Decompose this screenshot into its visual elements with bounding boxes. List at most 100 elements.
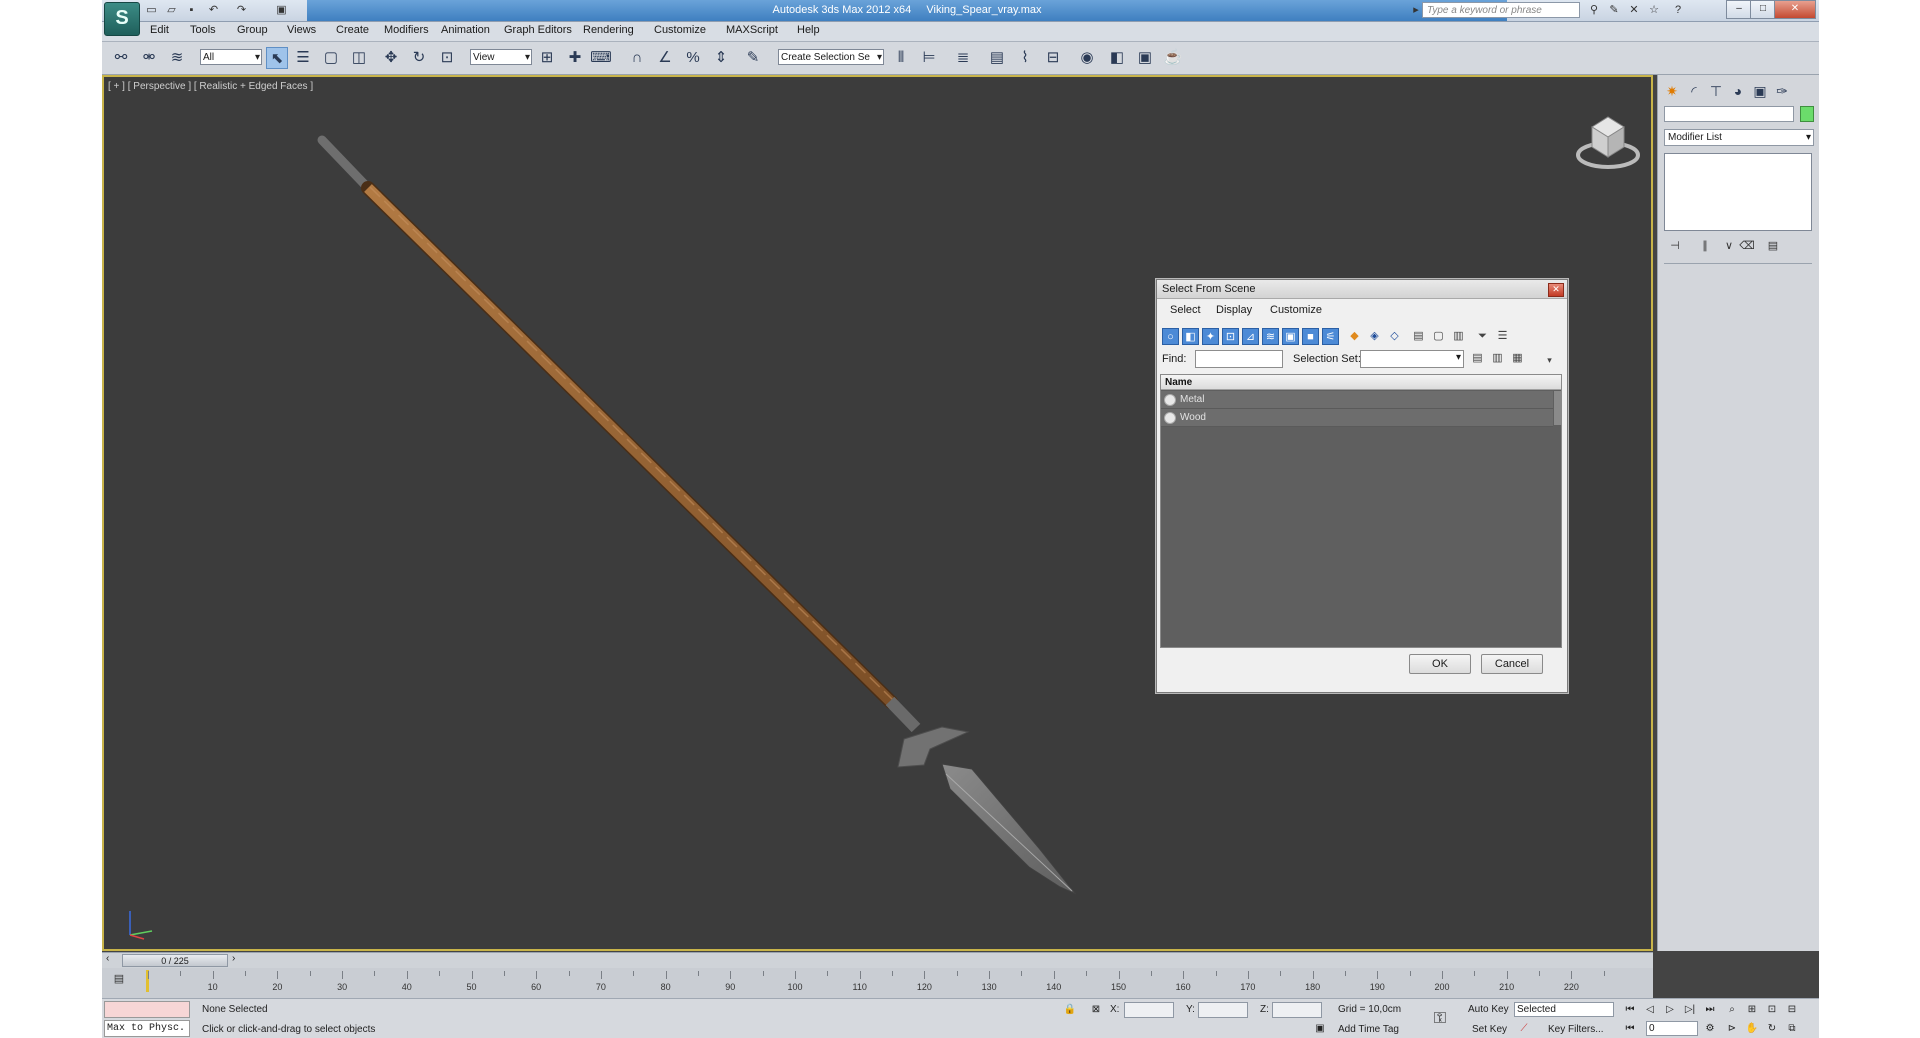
display-cameras-icon[interactable]: ⊡	[1222, 328, 1239, 345]
zoom-all-icon[interactable]: ⊞	[1744, 1002, 1760, 1017]
mirror-icon[interactable]: ⫴	[890, 47, 912, 69]
next-frame-button-icon[interactable]: ▷|	[1682, 1002, 1698, 1017]
absolute-mode-icon[interactable]: ⊠	[1088, 1002, 1104, 1017]
prev-frame-icon[interactable]: ‹	[106, 953, 109, 964]
display-helpers-icon[interactable]: ⊿	[1242, 328, 1259, 345]
pin-stack-icon[interactable]: ⊣	[1666, 239, 1684, 255]
track-bar[interactable]: ▤ 10 20 30 40 50 60 70 80 90 100 110 120 130 140 150 16…	[102, 968, 1653, 998]
percent-snap-icon[interactable]: %	[682, 47, 704, 69]
dialog-title[interactable]: Select From Scene	[1157, 280, 1567, 299]
modifier-stack[interactable]	[1664, 153, 1812, 231]
menu-maxscript[interactable]: MAXScript	[726, 24, 778, 36]
ok-button[interactable]: OK	[1409, 654, 1471, 674]
zoom-extents-all-icon[interactable]: ⊟	[1784, 1002, 1800, 1017]
list-item[interactable]: Wood	[1161, 409, 1553, 427]
schematic-view-icon[interactable]: ⊟	[1042, 47, 1064, 69]
spear-blade[interactable]	[941, 763, 1077, 895]
pivot-center-icon[interactable]: ⊞	[536, 47, 558, 69]
menu-create[interactable]: Create	[336, 24, 369, 36]
communication-icon[interactable]: ✕	[1626, 3, 1642, 18]
menu-edit[interactable]: Edit	[150, 24, 169, 36]
current-frame-field[interactable]: 0	[1646, 1021, 1698, 1036]
remove-modifier-icon[interactable]: ⌫	[1738, 239, 1756, 255]
orbit-icon[interactable]: ↻	[1764, 1021, 1780, 1036]
create-tab-icon[interactable]: ✷	[1662, 81, 1682, 101]
create-selection-set-icon[interactable]: ▤	[1469, 350, 1486, 367]
key-mode-toggle-icon[interactable]: ⏮	[1622, 1021, 1638, 1036]
menu-help[interactable]: Help	[797, 24, 820, 36]
edit-named-selection-icon[interactable]: ✎	[742, 47, 764, 69]
curve-editor-icon[interactable]: ⌇	[1014, 47, 1036, 69]
select-invert-icon[interactable]: ▥	[1450, 328, 1467, 345]
key-filters-button[interactable]: Key Filters...	[1548, 1024, 1604, 1035]
spear-lugs[interactable]	[897, 726, 970, 768]
render-production-icon[interactable]: ☕	[1162, 47, 1184, 69]
object-name-field[interactable]	[1664, 106, 1794, 122]
spear-shaft[interactable]	[364, 184, 895, 706]
menu-customize[interactable]: Customize	[654, 24, 706, 36]
viewcube[interactable]	[1574, 105, 1644, 175]
mini-curve-editor-icon[interactable]: ▤	[110, 972, 128, 988]
maximize-button[interactable]: □	[1750, 0, 1776, 19]
display-all-icon[interactable]: ◆	[1346, 328, 1363, 345]
subscription-icon[interactable]: ✎	[1606, 3, 1622, 18]
invert-display-icon[interactable]: ◇	[1386, 328, 1403, 345]
project-folder-icon[interactable]: ▣	[274, 3, 289, 17]
scale-icon[interactable]: ⊡	[436, 47, 458, 69]
help-icon[interactable]: ?	[1670, 3, 1686, 18]
field-of-view-icon[interactable]: ⊳	[1724, 1021, 1740, 1036]
favorites-icon[interactable]: ☆	[1646, 3, 1662, 18]
pan-icon[interactable]: ✋	[1744, 1021, 1760, 1036]
x-coordinate-field[interactable]	[1124, 1002, 1174, 1018]
angle-snap-icon[interactable]: ∠	[654, 47, 676, 69]
key-mode-dropdown[interactable]: Selected	[1514, 1002, 1614, 1017]
display-groups-icon[interactable]: ▣	[1282, 328, 1299, 345]
menu-views[interactable]: Views	[287, 24, 316, 36]
previous-frame-icon[interactable]: ◁	[1642, 1002, 1658, 1017]
go-to-start-icon[interactable]: ⏮	[1622, 1002, 1638, 1017]
set-key-button[interactable]: Set Key	[1472, 1024, 1507, 1035]
y-coordinate-field[interactable]	[1198, 1002, 1248, 1018]
move-icon[interactable]: ✥	[380, 47, 402, 69]
z-coordinate-field[interactable]	[1272, 1002, 1322, 1018]
object-color-swatch[interactable]	[1800, 106, 1814, 122]
remove-from-set-icon[interactable]: ▦	[1509, 350, 1526, 367]
dialog-options-icon[interactable]: ▾	[1541, 352, 1558, 369]
sort-icon[interactable]: ☰	[1494, 328, 1511, 345]
menu-rendering[interactable]: Rendering	[583, 24, 634, 36]
new-file-icon[interactable]: ▭	[144, 3, 159, 17]
filter-icon[interactable]: ⏷	[1474, 328, 1491, 345]
selection-set-dropdown[interactable]: ▾	[1360, 350, 1464, 368]
dialog-menu-select[interactable]: Select	[1170, 304, 1201, 316]
application-button[interactable]: S	[104, 2, 140, 36]
help-search-input[interactable]: Type a keyword or phrase	[1422, 2, 1580, 18]
configure-sets-icon[interactable]: ▤	[1764, 239, 1782, 255]
select-none-icon[interactable]: ▢	[1430, 328, 1447, 345]
save-icon[interactable]: ▪	[184, 3, 199, 17]
dialog-menu-customize[interactable]: Customize	[1270, 304, 1322, 316]
time-slider[interactable]: 0 / 225	[122, 954, 228, 967]
maximize-viewport-icon[interactable]: ⧉	[1784, 1021, 1800, 1036]
set-key-icon[interactable]: ⚿	[1432, 1011, 1448, 1027]
modifier-list-dropdown[interactable]: Modifier List	[1664, 129, 1814, 146]
render-setup-icon[interactable]: ◧	[1106, 47, 1128, 69]
key-mode-icon[interactable]: ⟋	[1516, 1021, 1532, 1036]
utilities-tab-icon[interactable]: ✑	[1772, 81, 1792, 101]
material-editor-icon[interactable]: ◉	[1076, 47, 1098, 69]
display-tab-icon[interactable]: ▣	[1750, 81, 1770, 101]
dialog-menu-display[interactable]: Display	[1216, 304, 1252, 316]
auto-key-button[interactable]: Auto Key	[1468, 1004, 1509, 1015]
maxscript-listener-top[interactable]	[104, 1001, 190, 1018]
motion-tab-icon[interactable]: ◕	[1728, 81, 1748, 101]
list-item[interactable]: Metal	[1161, 391, 1553, 409]
spear-butt-cap[interactable]	[317, 135, 374, 194]
rendered-frame-window-icon[interactable]: ▣	[1134, 47, 1156, 69]
maxscript-listener-bottom[interactable]: Max to Physc.	[104, 1020, 190, 1037]
keyboard-shortcut-icon[interactable]: ⌨	[590, 47, 612, 69]
add-to-set-icon[interactable]: ▥	[1489, 350, 1506, 367]
named-selection-dropdown[interactable]: Create Selection Se	[778, 49, 884, 65]
find-input[interactable]	[1195, 350, 1283, 368]
undo-icon[interactable]: ↶	[206, 3, 221, 17]
menu-modifiers[interactable]: Modifiers	[384, 24, 429, 36]
add-time-tag[interactable]: Add Time Tag	[1338, 1024, 1399, 1035]
